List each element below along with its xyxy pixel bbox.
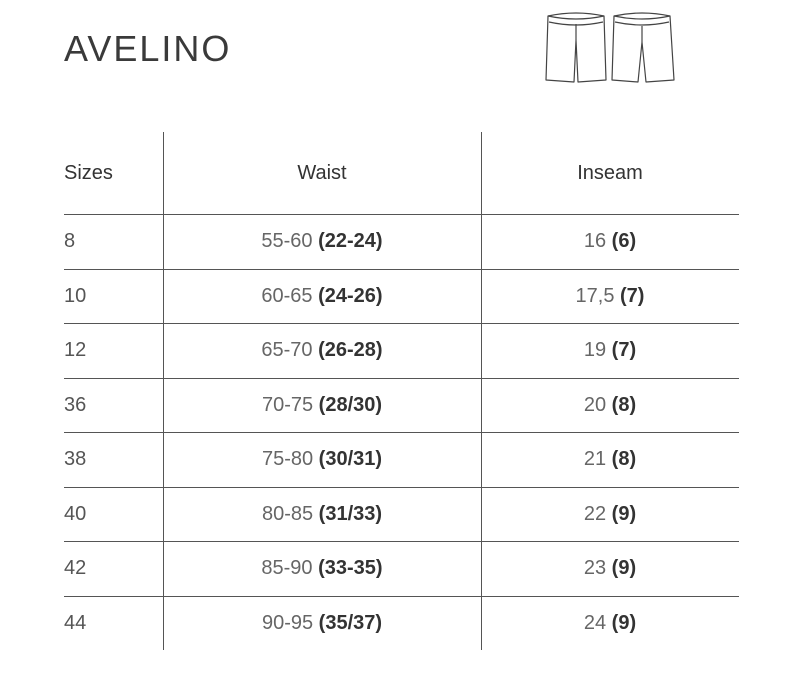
shorts-front-back-icon	[545, 12, 675, 83]
column-divider	[163, 132, 164, 650]
waist-cell: 55-60 (22-24)	[163, 230, 481, 253]
inseam-cell: 23 (9)	[481, 557, 739, 580]
header-inseam: Inseam	[577, 161, 643, 184]
inseam-cm: 23	[583, 557, 607, 580]
waist-in: (33-35)	[318, 557, 383, 580]
waist-cm: 65-70	[261, 339, 313, 362]
inseam-cell: 20 (8)	[481, 394, 739, 417]
inseam-cm: 21	[583, 448, 607, 471]
waist-in: (30/31)	[318, 448, 383, 471]
waist-in: (24-26)	[318, 284, 383, 307]
inseam-cell: 17,5 (7)	[481, 285, 739, 308]
inseam-in: (6)	[611, 230, 637, 253]
size-cell: 44	[64, 612, 87, 635]
waist-in: (26-28)	[318, 339, 383, 362]
size-table: Sizes Waist Inseam 8 55-60 (22-24) 16 (6) 1…	[64, 132, 739, 651]
table-row: 40 80-85 (31/33) 22 (9)	[64, 488, 739, 542]
size-cell: 42	[64, 557, 87, 580]
waist-in: (28/30)	[318, 393, 383, 416]
inseam-cm: 16	[583, 230, 607, 253]
waist-cell: 90-95 (35/37)	[163, 612, 481, 635]
waist-in: (22-24)	[318, 230, 383, 253]
inseam-cm: 20	[583, 393, 607, 416]
waist-cell: 65-70 (26-28)	[163, 339, 481, 362]
size-cell: 40	[64, 502, 87, 525]
inseam-cell: 24 (9)	[481, 612, 739, 635]
waist-cm: 75-80	[261, 448, 314, 471]
inseam-in: (9)	[611, 557, 637, 580]
size-cell: 38	[64, 448, 87, 471]
waist-cell: 80-85 (31/33)	[163, 503, 481, 526]
waist-cm: 85-90	[261, 557, 313, 580]
waist-in: (35/37)	[318, 612, 383, 635]
waist-cm: 55-60	[261, 230, 313, 253]
inseam-cm: 22	[583, 502, 607, 525]
inseam-in: (8)	[611, 393, 637, 416]
table-row: 42 85-90 (33-35) 23 (9)	[64, 542, 739, 597]
inseam-in: (7)	[620, 284, 645, 307]
inseam-in: (9)	[611, 612, 637, 635]
table-header-row: Sizes Waist Inseam	[64, 132, 739, 215]
inseam-in: (9)	[611, 502, 637, 525]
table-row: 8 55-60 (22-24) 16 (6)	[64, 215, 739, 270]
inseam-cell: 22 (9)	[481, 503, 739, 526]
table-row: 44 90-95 (35/37) 24 (9)	[64, 597, 739, 652]
waist-cm: 80-85	[261, 502, 314, 525]
inseam-cell: 21 (8)	[481, 448, 739, 471]
inseam-cell: 19 (7)	[481, 339, 739, 362]
table-row: 12 65-70 (26-28) 19 (7)	[64, 324, 739, 379]
brand-title: AVELINO	[64, 28, 232, 69]
column-divider	[481, 132, 482, 650]
waist-cell: 75-80 (30/31)	[163, 448, 481, 471]
waist-cell: 85-90 (33-35)	[163, 557, 481, 580]
size-cell: 8	[64, 230, 76, 253]
inseam-in: (8)	[611, 448, 637, 471]
header-waist: Waist	[297, 161, 347, 184]
inseam-cm: 24	[583, 612, 607, 635]
header-sizes: Sizes	[64, 161, 113, 184]
table-row: 10 60-65 (24-26) 17,5 (7)	[64, 270, 739, 324]
size-cell: 12	[64, 339, 87, 362]
waist-in: (31/33)	[318, 502, 383, 525]
table-row: 38 75-80 (30/31) 21 (8)	[64, 433, 739, 488]
waist-cell: 70-75 (28/30)	[163, 394, 481, 417]
waist-cm: 70-75	[261, 393, 314, 416]
waist-cm: 90-95	[261, 612, 314, 635]
size-cell: 36	[64, 393, 87, 416]
inseam-cm: 19	[583, 339, 607, 362]
inseam-cm: 17,5	[575, 284, 615, 307]
waist-cm: 60-65	[261, 284, 313, 307]
inseam-cell: 16 (6)	[481, 230, 739, 253]
table-row: 36 70-75 (28/30) 20 (8)	[64, 379, 739, 433]
size-cell: 10	[64, 284, 87, 307]
waist-cell: 60-65 (24-26)	[163, 285, 481, 308]
inseam-in: (7)	[611, 339, 637, 362]
